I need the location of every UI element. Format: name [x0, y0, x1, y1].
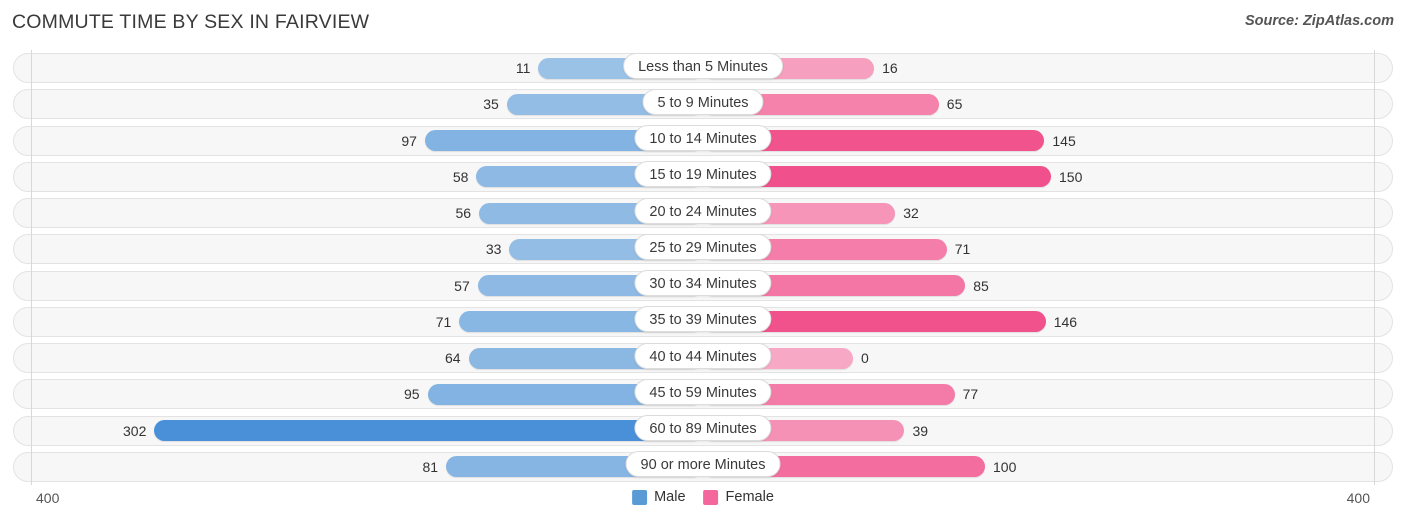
value-label-female: 77 — [962, 386, 979, 403]
value-label-female: 100 — [993, 458, 1017, 475]
category-label: 20 to 24 Minutes — [634, 197, 772, 224]
category-label: 10 to 14 Minutes — [634, 125, 772, 151]
chart-plot-area: 11 16 Less than 5 Minutes 35 65 5 to 9 Minute… — [0, 50, 1406, 485]
value-label-male: 302 — [123, 422, 147, 439]
chart-row[interactable]: 58 150 15 to 19 Minutes — [0, 159, 1406, 195]
bar-male[interactable] — [154, 420, 703, 441]
value-label-male: 57 — [454, 277, 470, 294]
legend-label-female: Female — [725, 489, 774, 505]
value-label-female: 65 — [946, 96, 963, 113]
axis-line-right — [1374, 50, 1375, 485]
value-label-female: 145 — [1052, 132, 1076, 149]
value-label-male: 71 — [435, 313, 452, 330]
value-label-male: 64 — [444, 350, 461, 366]
value-label-male: 56 — [455, 205, 472, 221]
legend-swatch-male — [632, 489, 648, 505]
category-label: 45 to 59 Minutes — [634, 378, 772, 405]
value-label-male: 11 — [515, 60, 531, 76]
category-label: 90 or more Minutes — [625, 451, 781, 478]
value-label-female: 32 — [903, 205, 919, 221]
value-label-male: 35 — [483, 96, 499, 113]
legend-item-female[interactable]: Female — [703, 489, 774, 505]
category-label: 60 to 89 Minutes — [634, 415, 772, 441]
legend-label-male: Male — [654, 489, 686, 505]
source-attribution: Source: ZipAtlas.com — [1244, 13, 1394, 29]
value-label-female: 71 — [954, 241, 971, 258]
category-label: 5 to 9 Minutes — [642, 88, 764, 115]
value-label-male: 81 — [422, 458, 439, 475]
value-label-male: 33 — [485, 241, 502, 258]
chart-row[interactable]: 33 71 25 to 29 Minutes — [0, 231, 1406, 267]
chart-row[interactable]: 57 85 30 to 34 Minutes — [0, 268, 1406, 304]
value-label-female: 39 — [912, 422, 929, 439]
value-label-female: 85 — [973, 277, 989, 294]
value-label-female: 150 — [1059, 168, 1083, 185]
chart-page: COMMUTE TIME BY SEX IN FAIRVIEW Source: … — [0, 0, 1406, 523]
chart-row[interactable]: 11 16 Less than 5 Minutes — [0, 50, 1406, 86]
category-label: 30 to 34 Minutes — [634, 270, 772, 296]
page-title: COMMUTE TIME BY SEX IN FAIRVIEW — [12, 11, 370, 33]
axis-label-right: 400 — [1346, 490, 1370, 506]
category-label: Less than 5 Minutes — [623, 52, 783, 79]
chart-footer: 400 400 Male Female — [0, 485, 1406, 523]
chart-row[interactable]: 64 0 40 to 44 Minutes — [0, 340, 1406, 376]
chart-header: COMMUTE TIME BY SEX IN FAIRVIEW Source: … — [0, 0, 1406, 46]
value-label-male: 58 — [452, 168, 469, 185]
value-label-male: 95 — [404, 386, 420, 403]
value-label-female: 0 — [861, 350, 869, 366]
axis-label-left: 400 — [36, 490, 60, 506]
value-label-female: 146 — [1053, 313, 1078, 330]
value-label-female: 16 — [882, 60, 898, 76]
chart-row[interactable]: 97 145 10 to 14 Minutes — [0, 123, 1406, 159]
chart-row[interactable]: 56 32 20 to 24 Minutes — [0, 195, 1406, 231]
axis-line-left — [31, 50, 32, 485]
chart-row[interactable]: 71 146 35 to 39 Minutes — [0, 304, 1406, 340]
legend-swatch-female — [703, 489, 719, 505]
value-label-male: 97 — [401, 132, 417, 149]
category-label: 15 to 19 Minutes — [634, 161, 772, 188]
category-label: 35 to 39 Minutes — [634, 306, 772, 333]
category-label: 40 to 44 Minutes — [634, 342, 772, 369]
chart-legend: Male Female — [632, 489, 774, 505]
chart-row[interactable]: 302 39 60 to 89 Minutes — [0, 413, 1406, 449]
chart-row[interactable]: 81 100 90 or more Minutes — [0, 449, 1406, 485]
chart-row[interactable]: 95 77 45 to 59 Minutes — [0, 376, 1406, 412]
chart-row[interactable]: 35 65 5 to 9 Minutes — [0, 86, 1406, 122]
category-label: 25 to 29 Minutes — [634, 233, 772, 260]
legend-item-male[interactable]: Male — [632, 489, 686, 505]
